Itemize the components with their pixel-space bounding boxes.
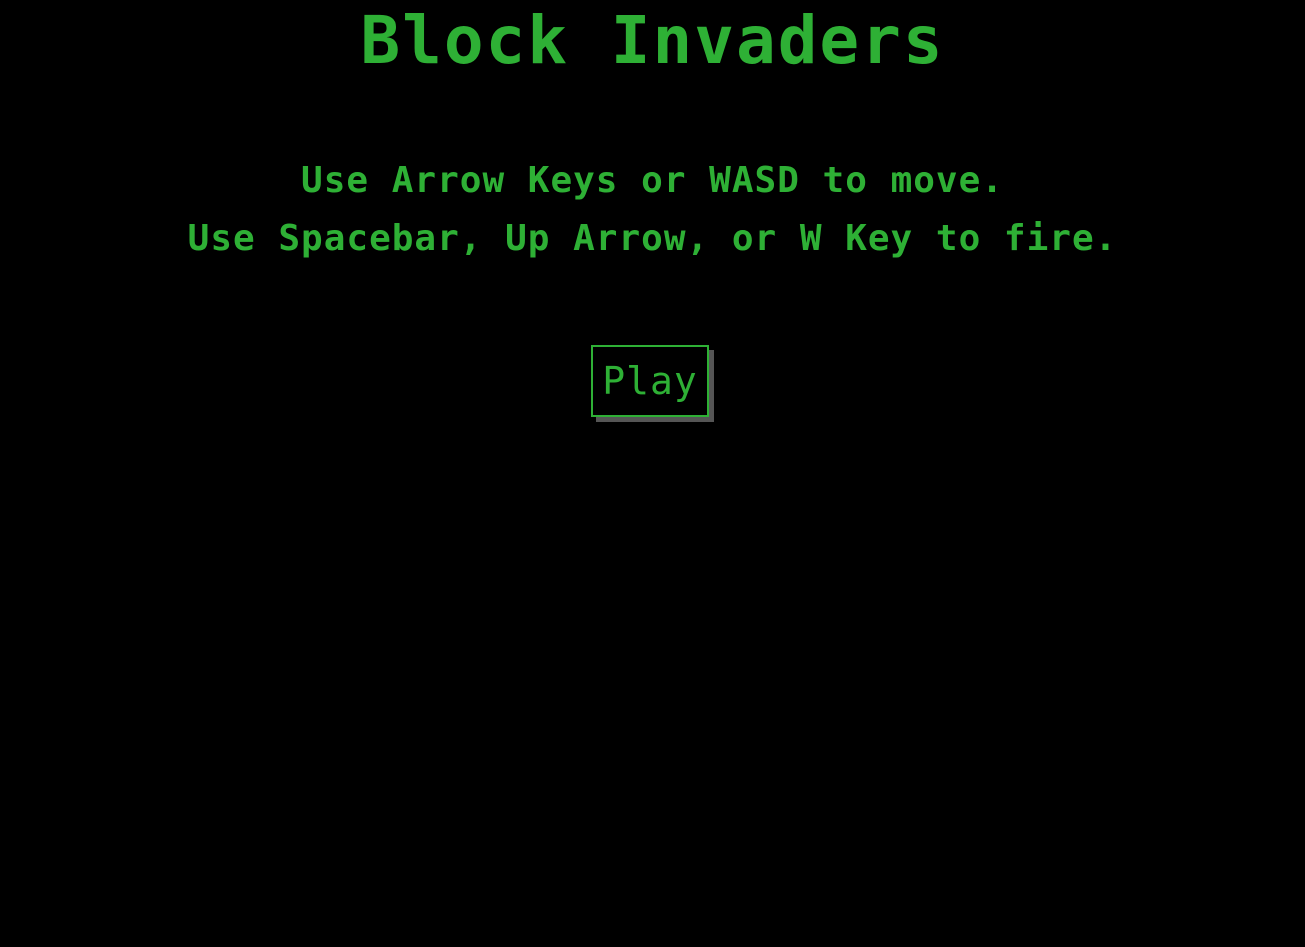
page-title: Block Invaders: [360, 2, 945, 79]
instruction-line-fire: Use Spacebar, Up Arrow, or W Key to fire…: [187, 218, 1118, 259]
instruction-line-movement: Use Arrow Keys or WASD to move.: [301, 160, 1004, 201]
instructions-block: Use Arrow Keys or WASD to move. Use Spac…: [0, 152, 1305, 268]
game-screen: Block Invaders Use Arrow Keys or WASD to…: [0, 0, 1305, 947]
play-button[interactable]: Play: [591, 345, 709, 417]
